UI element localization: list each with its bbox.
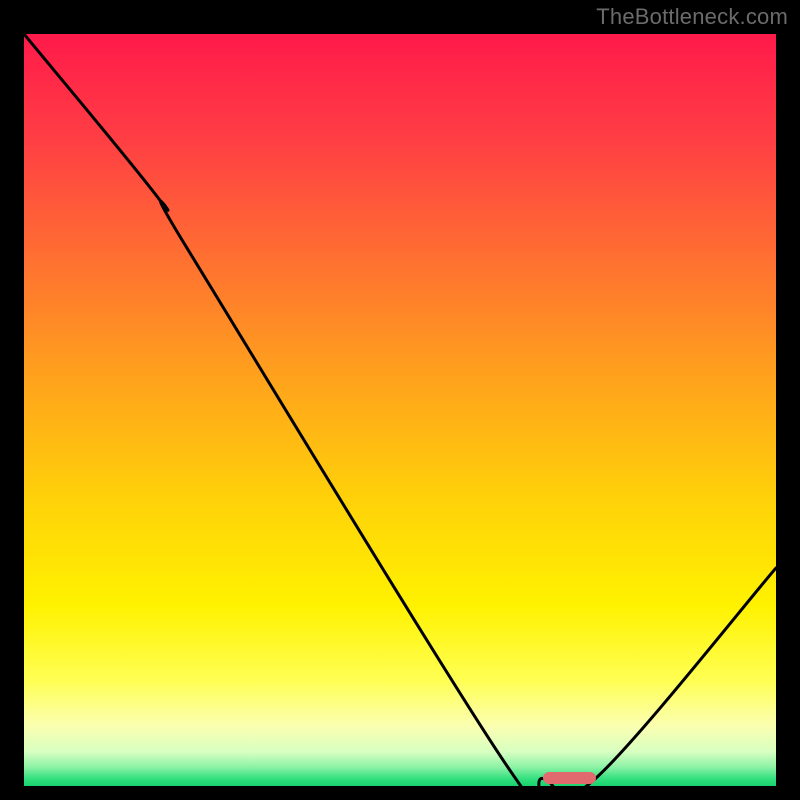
- bottleneck-curve: [24, 34, 776, 786]
- plot-area: [24, 34, 776, 786]
- watermark-text: TheBottleneck.com: [596, 4, 788, 30]
- optimal-marker: [543, 772, 596, 784]
- chart-frame: [20, 30, 780, 790]
